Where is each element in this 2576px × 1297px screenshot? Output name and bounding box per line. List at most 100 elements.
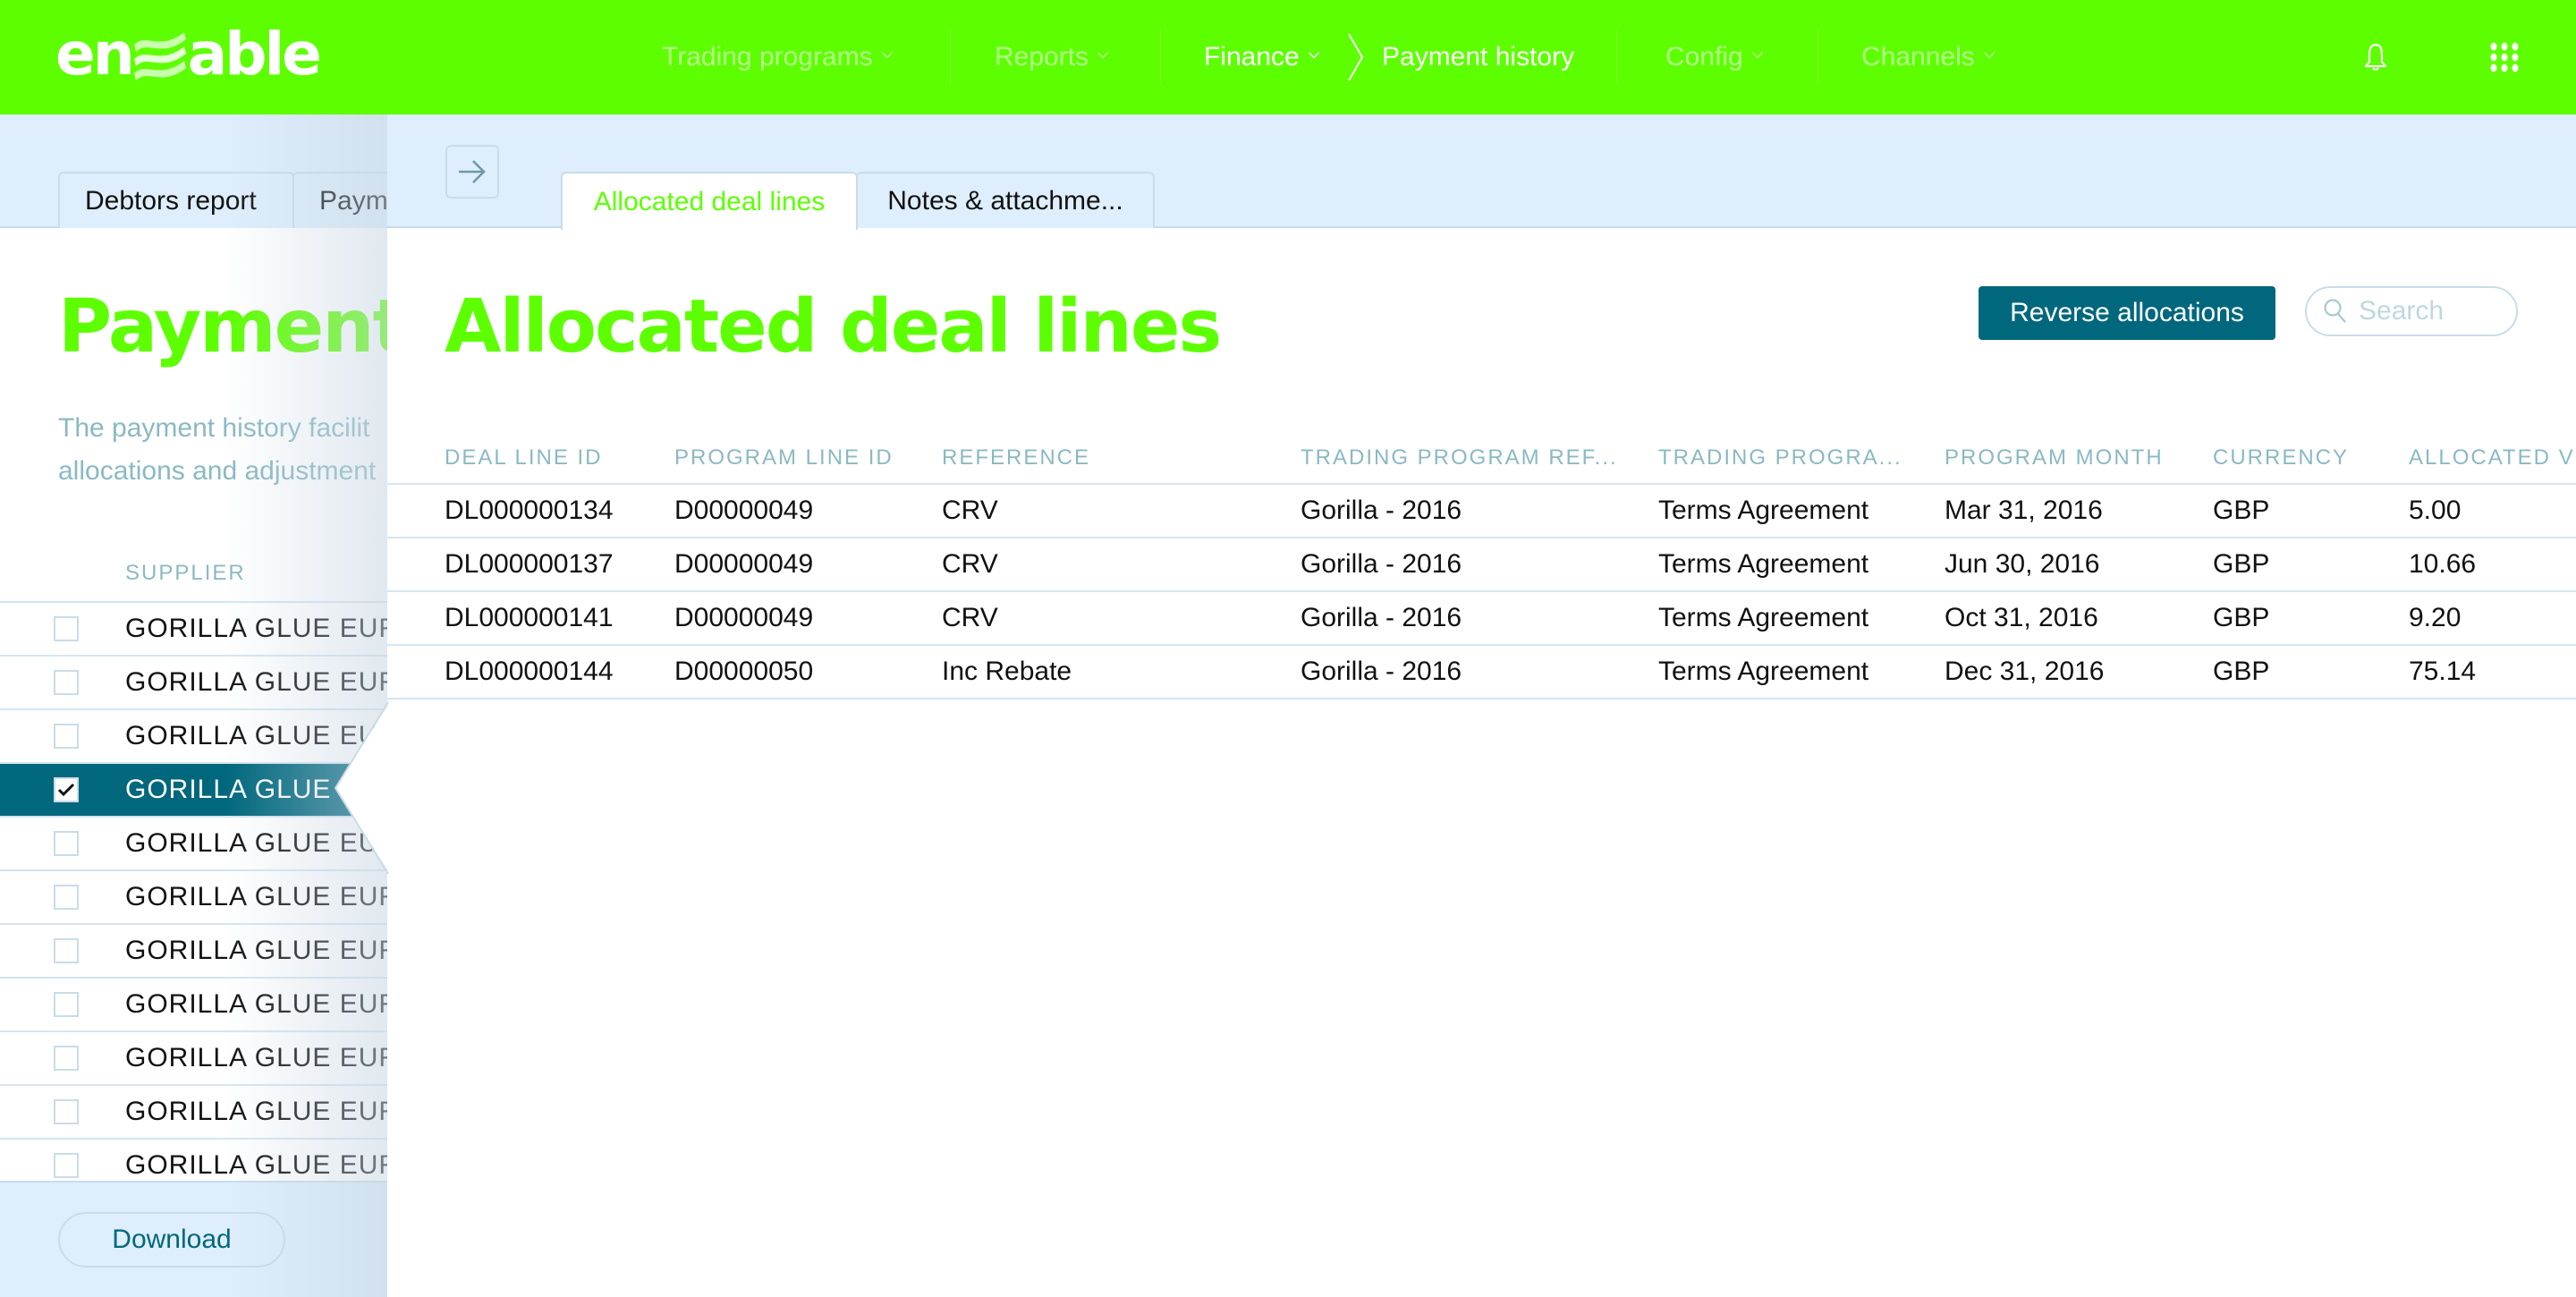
nav-channels-label: Channels [1861,42,1975,72]
cell-trading-program-type: Terms Agreement [1658,603,1869,632]
row-checkbox[interactable] [54,938,79,963]
cell-allocated-value: 75.14 [2409,657,2477,686]
supplier-column-header[interactable]: SUPPLIER [125,561,246,586]
supplier-name: GORILLA GLUE EURO [125,614,421,643]
cell-deal-line-id: DL000000137 [445,549,614,579]
top-navigation-bar: en able Trading programs Reports Finance… [0,0,2576,114]
nav-config[interactable]: Config [1665,34,1764,81]
cell-trading-program-type: Terms Agreement [1658,496,1869,525]
search-icon [2324,299,2346,323]
row-checkbox[interactable] [54,724,79,749]
cell-trading-program-ref: Gorilla - 2016 [1301,496,1462,525]
cell-allocated-value: 9.20 [2409,603,2462,632]
search-field[interactable] [2305,286,2518,336]
table-row[interactable]: DL000000144 D00000050 Inc Rebate Gorilla - … [387,646,2576,699]
breadcrumb-payment-history[interactable]: Payment history [1382,34,1574,81]
supplier-row[interactable]: GORILLA GLUE E [0,762,387,816]
cell-currency: GBP [2213,657,2270,686]
supplier-name: GORILLA GLUE E [125,775,359,804]
description-line: allocations and adjustment [58,456,377,486]
cell-program-month: Mar 31, 2016 [1945,496,2103,525]
row-checkbox[interactable] [54,777,79,802]
cell-trading-program-ref: Gorilla - 2016 [1301,657,1462,686]
nav-divider [950,29,951,86]
panel-pointer-notch [335,702,390,874]
column-header-reference[interactable]: REFERENCE [942,440,1090,476]
apps-menu-button[interactable] [2487,39,2522,75]
row-checkbox[interactable] [54,1153,79,1178]
supplier-row[interactable]: GORILLA GLUE EURO [0,977,419,1030]
tab-allocated-deal-lines[interactable]: Allocated deal lines [561,172,858,230]
nav-config-label: Config [1665,42,1743,72]
cell-deal-line-id: DL000000141 [445,603,614,632]
chevron-down-icon [1983,47,1996,59]
column-header-allocated-value[interactable]: ALLOCATED V [2409,440,2575,476]
cell-reference: CRV [942,496,998,525]
logo-wave-icon [133,32,186,81]
cell-trading-program-type: Terms Agreement [1658,657,1869,686]
row-checkbox[interactable] [54,1046,79,1071]
nav-reports-label: Reports [995,42,1089,72]
reverse-allocations-button[interactable]: Reverse allocations [1979,286,2275,340]
supplier-row[interactable]: GORILLA GLUE EURO [0,1084,419,1138]
nav-trading-programs[interactable]: Trading programs [662,34,894,81]
column-header-currency[interactable]: CURRENCY [2213,440,2349,476]
cell-program-month: Dec 31, 2016 [1945,657,2105,686]
column-header-trading-program-ref[interactable]: TRADING PROGRAM REF... [1301,440,1618,476]
table-row[interactable]: DL000000141 D00000049 CRV Gorilla - 2016 Ter… [387,592,2576,646]
cell-currency: GBP [2213,549,2270,579]
cell-allocated-value: 10.66 [2409,549,2477,579]
supplier-row[interactable]: GORILLA GLUE EUR [0,816,398,869]
supplier-name: GORILLA GLUE EURO [125,667,421,697]
column-header-program-month[interactable]: PROGRAM MONTH [1945,440,2164,476]
supplier-row[interactable]: GORILLA GLUE EURO [0,1030,419,1084]
table-row[interactable]: DL000000137 D00000049 CRV Gorilla - 2016 Ter… [387,538,2576,592]
nav-reports[interactable]: Reports [995,34,1109,81]
nav-channels[interactable]: Channels [1861,34,1996,81]
row-checkbox[interactable] [54,992,79,1017]
nav-finance-label: Finance [1204,42,1300,72]
download-button[interactable]: Download [58,1212,285,1267]
row-checkbox[interactable] [54,831,79,856]
tab-payment-history-label: Paym [319,185,388,216]
column-header-program-line-id[interactable]: PROGRAM LINE ID [674,440,894,476]
chevron-down-icon [1097,47,1109,59]
row-checkbox[interactable] [54,616,79,641]
nav-trading-programs-label: Trading programs [662,42,873,72]
nav-finance[interactable]: Finance [1204,34,1320,81]
cell-program-line-id: D00000049 [674,603,814,632]
supplier-row[interactable]: GORILLA GLUE EURO [0,601,419,655]
tab-allocated-deal-lines-label: Allocated deal lines [593,186,826,216]
table-row[interactable]: DL000000134 D00000049 CRV Gorilla - 2016 Ter… [387,485,2576,538]
cell-currency: GBP [2213,603,2270,632]
row-checkbox[interactable] [54,1099,79,1124]
cell-program-line-id: D00000049 [674,549,814,579]
column-header-trading-program-type[interactable]: TRADING PROGRA... [1658,440,1902,476]
grid-icon [2490,42,2519,72]
tab-debtors-report[interactable]: Debtors report [58,172,294,228]
row-checkbox[interactable] [54,885,79,910]
tab-notes-attachments[interactable]: Notes & attachme... [856,172,1155,228]
table-header: DEAL LINE ID PROGRAM LINE ID REFERENCE TRAD… [387,440,2576,485]
column-header-deal-line-id[interactable]: DEAL LINE ID [445,440,603,476]
cell-deal-line-id: DL000000144 [445,657,614,686]
cell-currency: GBP [2213,496,2270,525]
enable-logo[interactable]: en able [55,23,322,86]
breadcrumb-current-label: Payment history [1382,42,1575,72]
breadcrumb-separator-icon [1348,33,1364,81]
search-input[interactable] [2359,296,2511,326]
notifications-button[interactable] [2358,39,2394,75]
row-checkbox[interactable] [54,670,79,695]
supplier-row[interactable]: GORILLA GLUE EURO [0,923,419,977]
close-panel-button[interactable] [445,145,499,199]
tab-notes-attachments-label: Notes & attachme... [887,185,1123,216]
supplier-row[interactable]: GORILLA GLUE EURO [0,655,419,708]
nav-divider [1160,29,1161,86]
cell-reference: Inc Rebate [942,657,1072,686]
supplier-row[interactable]: GORILLA GLUE EURO [0,869,419,923]
supplier-name: GORILLA GLUE EURO [125,1043,421,1072]
cell-program-line-id: D00000049 [674,496,814,525]
cell-reference: CRV [942,603,998,632]
supplier-row[interactable]: GORILLA GLUE EUR [0,708,398,762]
supplier-name: GORILLA GLUE EURO [125,1150,421,1180]
